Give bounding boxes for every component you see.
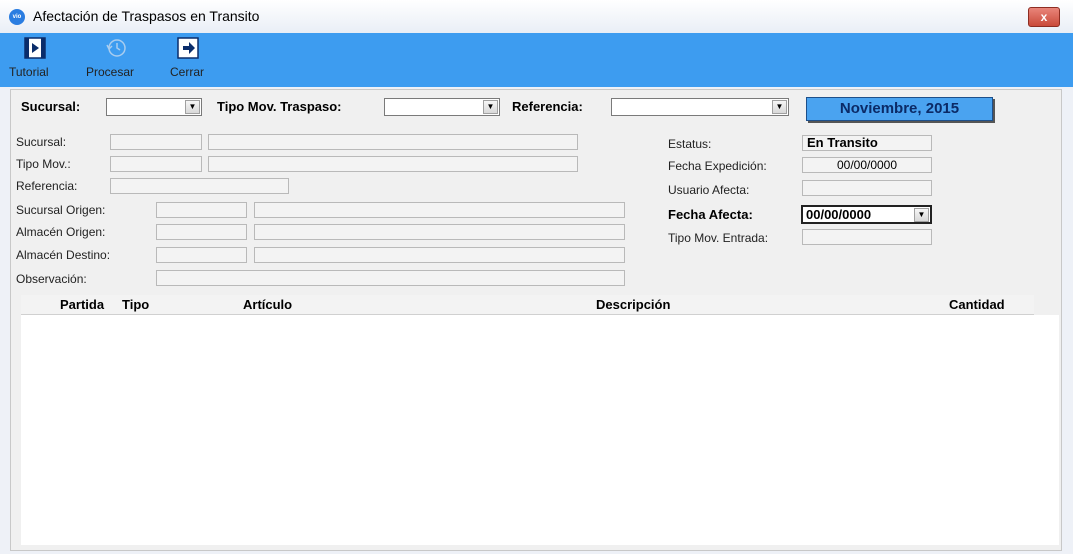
almacen-origen-name-field xyxy=(254,224,625,240)
referencia-label: Referencia: xyxy=(16,179,78,193)
tipo-mov-label: Tipo Mov.: xyxy=(16,157,71,171)
sucursal-filter-label: Sucursal: xyxy=(21,99,81,114)
chevron-down-icon[interactable]: ▼ xyxy=(772,100,787,114)
grid-header: Partida Tipo Artículo Descripción Cantid… xyxy=(21,295,1034,315)
col-articulo[interactable]: Artículo xyxy=(243,297,292,312)
referencia-filter-label: Referencia: xyxy=(512,99,583,114)
tipo-mov-entrada-label: Tipo Mov. Entrada: xyxy=(668,231,769,245)
period-banner: Noviembre, 2015 xyxy=(806,97,993,121)
observacion-label: Observación: xyxy=(16,272,87,286)
app-window: vio Afectación de Traspasos en Transito … xyxy=(0,0,1073,554)
fecha-expedicion-field: 00/00/0000 xyxy=(802,157,932,173)
exit-icon xyxy=(177,37,199,59)
fecha-expedicion-label: Fecha Expedición: xyxy=(668,159,767,173)
tipo-mov-code-field xyxy=(110,156,202,172)
tutorial-button[interactable]: Tutorial xyxy=(9,37,61,79)
almacen-origen-code-field xyxy=(156,224,247,240)
almacen-destino-name-field xyxy=(254,247,625,263)
referencia-select[interactable]: ▼ xyxy=(611,98,789,116)
procesar-button[interactable]: Procesar xyxy=(86,37,146,79)
almacen-origen-label: Almacén Origen: xyxy=(16,225,106,239)
sucursal-label: Sucursal: xyxy=(16,135,67,149)
usuario-afecta-label: Usuario Afecta: xyxy=(668,183,750,197)
col-cantidad[interactable]: Cantidad xyxy=(949,297,1005,312)
chevron-down-icon[interactable]: ▼ xyxy=(914,208,929,222)
almacen-destino-label: Almacén Destino: xyxy=(16,248,111,262)
col-tipo[interactable]: Tipo xyxy=(122,297,149,312)
film-icon xyxy=(24,37,46,59)
sucursal-select[interactable]: ▼ xyxy=(106,98,202,116)
sucursal-origen-code-field xyxy=(156,202,247,218)
fecha-afecta-picker[interactable]: 00/00/0000 ▼ xyxy=(801,205,932,224)
referencia-field xyxy=(110,178,289,194)
tipo-mov-traspaso-label: Tipo Mov. Traspaso: xyxy=(217,99,342,114)
cerrar-label: Cerrar xyxy=(170,65,205,79)
tipo-mov-traspaso-select[interactable]: ▼ xyxy=(384,98,500,116)
chevron-down-icon[interactable]: ▼ xyxy=(185,100,200,114)
fecha-afecta-label: Fecha Afecta: xyxy=(668,207,753,222)
col-descripcion[interactable]: Descripción xyxy=(596,297,670,312)
tipo-mov-entrada-field xyxy=(802,229,932,245)
grid-body[interactable] xyxy=(21,315,1059,545)
sucursal-origen-name-field xyxy=(254,202,625,218)
observacion-field xyxy=(156,270,625,286)
usuario-afecta-field xyxy=(802,180,932,196)
toolbar: Tutorial Procesar Cerrar xyxy=(0,33,1073,87)
fecha-afecta-value: 00/00/0000 xyxy=(806,207,872,222)
procesar-label: Procesar xyxy=(86,65,135,79)
window-title: Afectación de Traspasos en Transito xyxy=(33,8,260,24)
history-icon xyxy=(106,39,126,57)
estatus-label: Estatus: xyxy=(668,137,712,151)
close-button[interactable]: x xyxy=(1028,7,1060,27)
sucursal-origen-label: Sucursal Origen: xyxy=(16,203,106,217)
estatus-field: En Transito xyxy=(802,135,932,151)
col-partida[interactable]: Partida xyxy=(60,297,104,312)
form-panel: Sucursal: ▼ Tipo Mov. Traspaso: ▼ Refere… xyxy=(10,89,1062,551)
sucursal-code-field xyxy=(110,134,202,150)
tipo-mov-name-field xyxy=(208,156,578,172)
sucursal-name-field xyxy=(208,134,578,150)
title-bar: vio Afectación de Traspasos en Transito … xyxy=(0,0,1073,34)
almacen-destino-code-field xyxy=(156,247,247,263)
chevron-down-icon[interactable]: ▼ xyxy=(483,100,498,114)
cerrar-button[interactable]: Cerrar xyxy=(170,37,206,79)
tutorial-label: Tutorial xyxy=(9,65,49,79)
app-logo-icon: vio xyxy=(9,9,25,25)
